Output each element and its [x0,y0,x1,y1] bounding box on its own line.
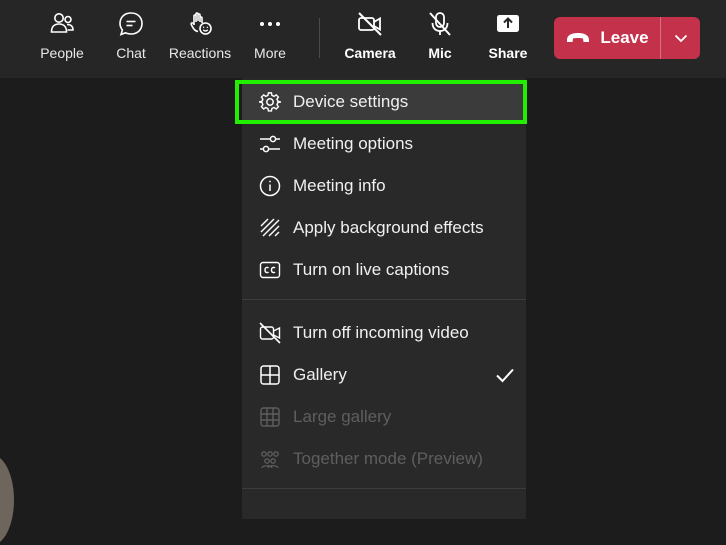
hang-up-phone-icon [567,33,590,42]
reactions-label: Reactions [168,45,232,61]
menu-item-label: Large gallery [293,407,392,426]
sliders-icon [260,135,280,153]
reactions-icon [190,12,212,35]
menu-item-label: Together mode (Preview) [293,449,483,468]
mic-off-icon [429,12,451,36]
gear-icon [259,92,281,112]
meeting-toolbar: People Chat Reactions More Camera Mic Sh… [0,0,726,78]
menu-separator [242,488,526,489]
video-off-icon [259,322,281,344]
camera-off-icon [358,12,382,36]
menu-item-live-captions[interactable]: Turn on live captions [242,249,526,291]
menu-item-device-settings[interactable]: Device settings [242,81,526,123]
menu-item-gallery[interactable]: Gallery [242,354,526,396]
more-dots-icon [260,22,280,26]
menu-item-large-gallery: Large gallery [242,396,526,438]
menu-item-label: Meeting info [293,176,386,195]
menu-item-label: Turn on live captions [293,260,450,279]
chat-button[interactable]: Chat [99,10,163,70]
together-mode-icon [261,451,279,469]
share-label: Share [488,45,528,61]
menu-item-meeting-options[interactable]: Meeting options [242,123,526,165]
menu-item-label: Device settings [293,92,409,111]
menu-separator [242,299,526,300]
leave-button[interactable]: Leave [554,17,660,59]
chevron-down-icon [674,34,687,42]
gallery-icon [260,365,280,385]
menu-item-background-effects[interactable]: Apply background effects [242,207,526,249]
toolbar-divider [319,18,320,58]
share-button[interactable]: Share [476,10,540,70]
large-gallery-icon [260,407,280,427]
more-label: More [254,45,286,61]
info-icon [259,175,281,197]
people-label: People [40,45,84,61]
participant-video-edge [0,455,14,545]
chat-icon [119,12,143,36]
people-icon [50,13,74,33]
menu-item-label: Meeting options [293,134,414,153]
more-button[interactable]: More [238,10,302,70]
camera-label: Camera [344,45,396,61]
share-icon [497,15,519,32]
menu-item-label: Gallery [293,365,347,384]
background-effects-icon [260,218,280,237]
mic-label: Mic [428,45,452,61]
menu-item-label: Turn off incoming video [293,323,469,342]
leave-options-button[interactable] [661,17,700,59]
reactions-button[interactable]: Reactions [168,10,232,70]
leave-button-group: Leave [554,17,700,59]
menu-item-together-mode: Together mode (Preview) [242,438,526,480]
menu-item-label: Apply background effects [293,218,484,237]
menu-item-turn-off-incoming-video[interactable]: Turn off incoming video [242,312,526,354]
chat-label: Chat [116,45,146,61]
leave-label: Leave [600,28,649,47]
cc-icon [259,261,281,279]
menu-item-meeting-info[interactable]: Meeting info [242,165,526,207]
people-button[interactable]: People [30,10,94,70]
camera-button[interactable]: Camera [338,10,402,70]
more-actions-menu: Device settings Meeting options Meeting … [242,78,526,519]
checkmark-icon [496,368,514,383]
mic-button[interactable]: Mic [408,10,472,70]
